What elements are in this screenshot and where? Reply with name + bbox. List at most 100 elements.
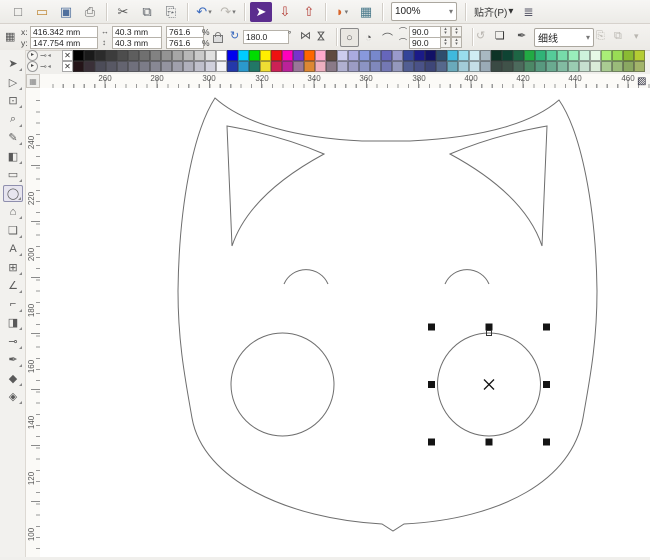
no-color-swatch[interactable]: ✕	[62, 50, 73, 61]
color-swatch[interactable]	[348, 50, 359, 61]
y-position-field[interactable]: 147.754 mm	[30, 37, 98, 49]
palette-left-arrow-icon[interactable]: ◂	[48, 63, 51, 70]
color-swatch[interactable]	[293, 61, 304, 72]
color-swatch[interactable]	[117, 50, 128, 61]
color-swatch[interactable]	[348, 61, 359, 72]
color-swatch[interactable]	[414, 61, 425, 72]
color-swatch[interactable]	[128, 61, 139, 72]
color-swatch[interactable]	[359, 50, 370, 61]
color-swatch[interactable]	[194, 61, 205, 72]
save-icon[interactable]: ▣	[55, 2, 77, 22]
undo-icon[interactable]: ↶ ▾	[193, 2, 215, 22]
color-swatch[interactable]	[337, 61, 348, 72]
color-swatch[interactable]	[403, 50, 414, 61]
color-swatch[interactable]	[568, 61, 579, 72]
shape-tool[interactable]: ▷	[3, 74, 23, 91]
color-swatch[interactable]	[150, 50, 161, 61]
color-swatch[interactable]	[205, 50, 216, 61]
color-swatch[interactable]	[260, 61, 271, 72]
color-swatch[interactable]	[392, 50, 403, 61]
to-front-icon[interactable]: ⎘	[596, 31, 605, 42]
color-swatch[interactable]	[623, 50, 634, 61]
right-eyebrow-arc[interactable]	[444, 269, 490, 285]
mirror-horizontal-icon[interactable]: ⋈	[300, 31, 311, 42]
color-swatch[interactable]	[535, 61, 546, 72]
color-swatch[interactable]	[216, 61, 227, 72]
color-swatch[interactable]	[238, 61, 249, 72]
color-swatch[interactable]	[436, 50, 447, 61]
text-wrap-icon[interactable]: ❏	[495, 31, 505, 42]
color-swatch[interactable]	[128, 50, 139, 61]
to-back-icon[interactable]: ⧉	[614, 31, 622, 42]
color-swatch[interactable]	[315, 61, 326, 72]
no-color-swatch[interactable]: ✕	[62, 61, 73, 72]
propbar-overflow-icon[interactable]: ▾	[634, 31, 639, 41]
color-swatch[interactable]	[425, 50, 436, 61]
scale-v-field[interactable]: 761.6	[166, 37, 204, 49]
color-swatch[interactable]	[524, 50, 535, 61]
color-swatch[interactable]	[579, 61, 590, 72]
color-swatch[interactable]	[84, 61, 95, 72]
color-swatch[interactable]	[183, 50, 194, 61]
welcome-screen-icon[interactable]: ▦	[355, 2, 377, 22]
open-folder-icon[interactable]: ▭	[31, 2, 53, 22]
ellipse-mode-button[interactable]: ○	[340, 28, 359, 47]
arc-mode-button[interactable]: ⌒	[378, 28, 397, 47]
color-swatch[interactable]	[337, 50, 348, 61]
ellipse-tool[interactable]: ◯	[3, 184, 23, 202]
color-swatch[interactable]	[425, 61, 436, 72]
color-swatch[interactable]	[95, 50, 106, 61]
color-swatch[interactable]	[370, 61, 381, 72]
color-swatch[interactable]	[491, 50, 502, 61]
color-swatch[interactable]	[579, 50, 590, 61]
color-swatch[interactable]	[95, 61, 106, 72]
selection-center-mark[interactable]	[483, 379, 495, 390]
color-swatch[interactable]	[458, 61, 469, 72]
color-swatch[interactable]	[447, 50, 458, 61]
angle-spinner[interactable]: ▴ ▾	[451, 37, 462, 48]
arc-end-spinner[interactable]: ▴ ▾	[440, 37, 451, 48]
color-swatch[interactable]	[117, 61, 128, 72]
color-swatch[interactable]	[381, 61, 392, 72]
left-ear-inner-shape[interactable]	[226, 125, 326, 247]
color-swatch[interactable]	[590, 50, 601, 61]
connector-tool[interactable]: ⌐	[3, 296, 23, 313]
color-swatch[interactable]	[502, 50, 513, 61]
zoom-level-combobox[interactable]: 100% ▾	[391, 2, 457, 21]
color-swatch[interactable]	[612, 61, 623, 72]
color-swatch[interactable]	[183, 61, 194, 72]
color-swatch[interactable]	[249, 50, 260, 61]
new-document-icon[interactable]: □	[7, 2, 29, 22]
color-swatch[interactable]	[150, 61, 161, 72]
app-launcher-icon[interactable]: ◗ ▾	[331, 2, 353, 22]
color-swatch[interactable]	[513, 50, 524, 61]
lock-ratio-icon[interactable]	[213, 32, 223, 43]
color-swatch[interactable]	[634, 61, 645, 72]
horizontal-ruler[interactable]: 260 280 300 320 340 360 380 400 420 440 460	[40, 74, 650, 89]
palette-left-arrow-icon[interactable]: ◂	[48, 52, 51, 59]
color-swatch[interactable]	[590, 61, 601, 72]
eyedropper-tool[interactable]: ⊸	[3, 333, 23, 350]
drawing-area[interactable]	[40, 88, 650, 557]
color-swatch[interactable]	[227, 50, 238, 61]
crop-tool[interactable]: ⊡	[3, 92, 23, 109]
cat-head-outline[interactable]	[177, 97, 598, 532]
color-swatch[interactable]	[238, 50, 249, 61]
color-swatch[interactable]	[304, 61, 315, 72]
change-direction-icon[interactable]: ↺	[476, 31, 485, 42]
color-swatch[interactable]	[271, 50, 282, 61]
color-swatch[interactable]	[161, 50, 172, 61]
blend-tool[interactable]: ◨	[3, 314, 23, 331]
color-swatch[interactable]	[370, 50, 381, 61]
print-icon[interactable]: ⎙	[79, 2, 101, 22]
smart-fill-tool[interactable]: ◧	[3, 148, 23, 165]
color-swatch[interactable]	[205, 61, 216, 72]
vertical-ruler[interactable]: 240 220 200 180 160 140 120 100	[26, 88, 41, 557]
polygon-tool[interactable]: ⌂	[3, 203, 23, 220]
color-swatch[interactable]	[535, 50, 546, 61]
paste-icon[interactable]: ⎘	[160, 2, 182, 22]
color-swatch[interactable]	[326, 50, 337, 61]
outline-pen-tool[interactable]: ✒	[3, 351, 23, 368]
color-swatch[interactable]	[546, 61, 557, 72]
color-swatch[interactable]	[216, 50, 227, 61]
